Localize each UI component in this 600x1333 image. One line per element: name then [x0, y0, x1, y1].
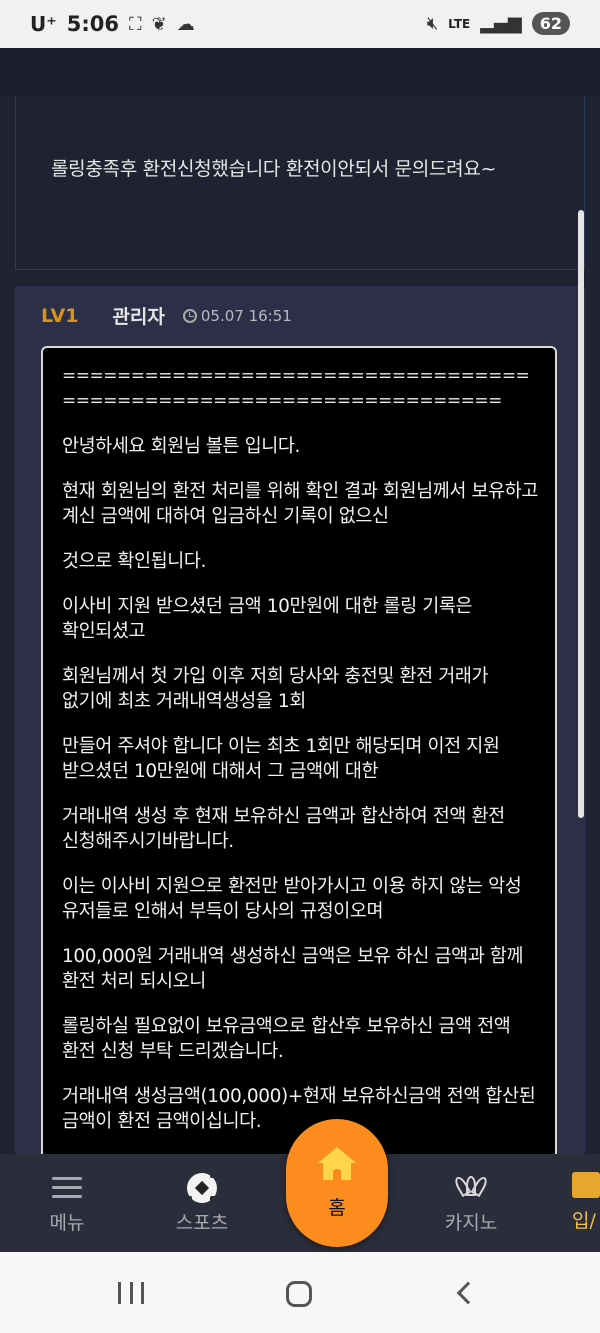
back-icon[interactable]	[456, 1281, 480, 1305]
home-button[interactable]: 홈	[286, 1119, 388, 1247]
system-home-icon[interactable]	[286, 1281, 312, 1307]
signal-icon: ▂▄▆	[480, 13, 522, 34]
reply-paragraph: 안녕하세요 회원님 볼튼 입니다.	[62, 436, 300, 457]
mute-icon: 🔇︎	[426, 13, 439, 34]
header-band	[0, 48, 600, 96]
cloud-icon: ☁	[176, 13, 195, 35]
level-badge: LV1	[41, 304, 79, 327]
nav-casino[interactable]: 카지노	[426, 1172, 516, 1235]
hamburger-icon	[52, 1177, 82, 1199]
reply-paragraph: 100,000원 거래내역 생성하신 금액은 보유 하신 금액과 함께 환전 처…	[62, 946, 524, 992]
battery-indicator: 62	[531, 12, 570, 35]
nav-deposit[interactable]: 입/	[572, 1172, 600, 1233]
status-bar: U⁺ 5:06 ⛶ ❦ ☁ 🔇︎ LTE ▂▄▆ 62	[0, 0, 600, 48]
screenshot-icon: ⛶	[129, 13, 142, 35]
nav-menu[interactable]: 메뉴	[22, 1172, 112, 1235]
home-label: 홈	[328, 1197, 346, 1219]
wallet-icon	[572, 1172, 600, 1198]
clock-icon	[182, 308, 197, 323]
question-text: 롤링충족후 환전신청했습니다 환전이안되서 문의드려요~	[51, 158, 497, 180]
nav-sports-label: 스포츠	[175, 1212, 229, 1234]
recents-icon[interactable]	[118, 1282, 144, 1304]
reply-content-box: ========================================…	[41, 346, 557, 1154]
nav-casino-label: 카지노	[444, 1212, 498, 1234]
house-icon	[318, 1147, 356, 1181]
reply-paragraph: 현재 회원님의 환전 처리를 위해 확인 결과 회원님께서 보유하고 계신 금액…	[62, 481, 538, 527]
reply-paragraph: 거래내역 생성금액(100,000)+현재 보유하신금액 전액 합산된 금액이 …	[62, 1086, 536, 1132]
status-time: 5:06	[66, 12, 120, 36]
nav-sports[interactable]: 스포츠	[157, 1172, 247, 1235]
nav-menu-label: 메뉴	[49, 1212, 85, 1234]
reply-paragraph: 롤링하실 필요없이 보유금액으로 합산후 보유하신 금액 전액 환전 신청 부탁…	[62, 1016, 511, 1062]
app-viewport: 롤링충족후 환전신청했습니다 환전이안되서 문의드려요~ LV1 관리자 05.…	[0, 48, 600, 1154]
question-card: 롤링충족후 환전신청했습니다 환전이안되서 문의드려요~	[15, 96, 585, 270]
scrollbar[interactable]	[578, 210, 584, 818]
network-type: LTE	[448, 16, 471, 31]
reply-paragraph: 것으로 확인됩니다.	[62, 551, 206, 572]
nav-deposit-label: 입/	[572, 1210, 596, 1232]
reply-card: LV1 관리자 05.07 16:51 ====================…	[15, 286, 585, 1154]
reply-paragraph: 거래내역 생성 후 현재 보유하신 금액과 합산하여 전액 환전 신청해주시기바…	[62, 806, 505, 852]
carrier-label: U⁺	[30, 12, 57, 36]
reply-header: LV1 관리자 05.07 16:51	[41, 302, 292, 329]
reply-date: 05.07 16:51	[200, 306, 292, 325]
reply-paragraph: 이사비 지원 받으셨던 금액 10만원에 대한 롤링 기록은 확인되셨고	[62, 596, 473, 642]
leaf-icon: ❦	[151, 13, 167, 35]
lotus-logo-icon	[452, 1174, 490, 1202]
soccer-ball-icon	[187, 1173, 217, 1203]
reply-paragraph: 이는 이사비 지원으로 환전만 받아가시고 이용 하지 않는 악성 유저들로 인…	[62, 876, 522, 922]
reply-paragraph: 만들어 주셔야 합니다 이는 최초 1회만 해당되며 이전 지원 받으셨던 10…	[62, 736, 500, 782]
divider-text: ========================================…	[62, 366, 530, 411]
system-navigation-bar	[0, 1252, 600, 1333]
reply-author: 관리자	[112, 306, 165, 328]
reply-paragraph: 회원님께서 첫 가입 이후 저희 당사와 충전및 환전 거래가 없기에 최초 거…	[62, 666, 489, 712]
